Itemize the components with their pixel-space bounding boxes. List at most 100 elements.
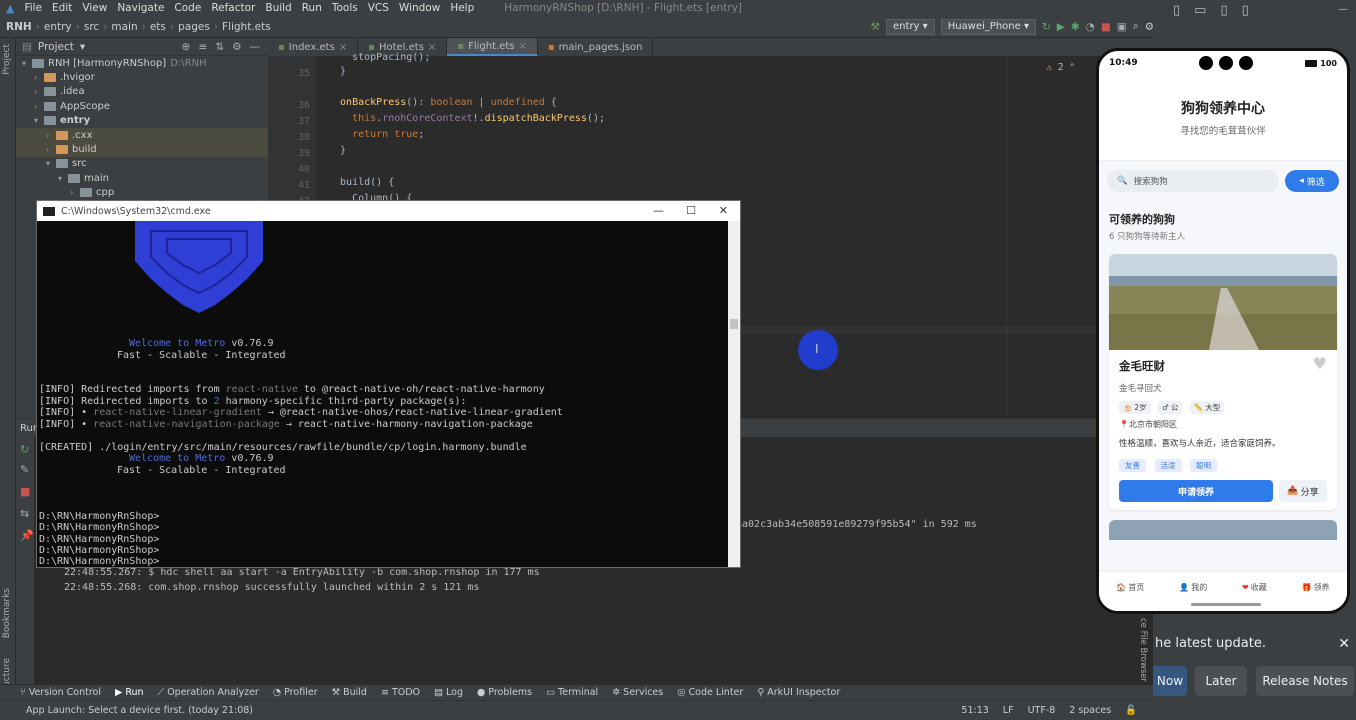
device-select[interactable]: Huawei_Phone ▾ <box>940 18 1036 35</box>
tree-row[interactable]: ▾ entry <box>16 114 268 128</box>
breadcrumb-entry[interactable]: entry <box>44 21 72 33</box>
menu-build[interactable]: Build <box>265 2 291 14</box>
bookmarks-tool-icon[interactable]: Bookmarks <box>2 588 12 638</box>
operation-analyzer-tab[interactable]: ⟋ Operation Analyzer <box>158 687 259 698</box>
layout-icon-2[interactable]: ▭ <box>1194 3 1206 18</box>
breadcrumb-file[interactable]: Flight.ets <box>222 21 271 33</box>
tree-row[interactable]: › .cxx <box>16 127 268 143</box>
search-input[interactable]: 🔍 搜索狗狗 <box>1107 170 1279 192</box>
chevron-right-icon[interactable]: › <box>34 102 44 111</box>
nav-home[interactable]: 🏠 首页 <box>1116 582 1144 593</box>
line-separator[interactable]: LF <box>1003 705 1014 716</box>
close-icon[interactable]: ✕ <box>719 204 728 217</box>
problems-tab[interactable]: ● Problems <box>477 687 532 698</box>
breadcrumb-src[interactable]: src <box>84 21 99 33</box>
nav-adopt[interactable]: 🎁 领养 <box>1302 582 1330 593</box>
cmd-scrollbar[interactable] <box>728 221 740 567</box>
wrench-icon[interactable]: ✎ <box>20 463 29 476</box>
chevron-right-icon[interactable]: › <box>46 131 56 140</box>
run-icon[interactable]: ▶ <box>1057 21 1065 33</box>
menu-window[interactable]: Window <box>399 2 440 14</box>
layout-icon-1[interactable]: ▯ <box>1173 3 1180 18</box>
restore-icon[interactable]: ⇆ <box>20 507 29 520</box>
tab-main-pages[interactable]: ▪ main_pages.json <box>538 38 654 56</box>
chevron-down-icon[interactable]: ▾ <box>58 174 68 183</box>
layout-icon-3[interactable]: ▯ <box>1220 3 1227 18</box>
profile-icon[interactable]: ◔ <box>1086 21 1095 33</box>
file-encoding[interactable]: UTF-8 <box>1028 705 1056 716</box>
notification-close-icon[interactable]: ✕ <box>1338 636 1350 652</box>
menu-file[interactable]: File <box>24 2 42 14</box>
terminal-tab[interactable]: ▭ Terminal <box>546 687 598 698</box>
menu-help[interactable]: Help <box>450 2 474 14</box>
version-control-tab[interactable]: ⑂ Version Control <box>20 687 101 698</box>
minimize-icon[interactable]: — <box>653 204 664 217</box>
menu-edit[interactable]: Edit <box>52 2 72 14</box>
rerun-icon[interactable]: ↻ <box>20 443 29 456</box>
tree-row[interactable]: ▾ RNH [HarmonyRNShop] D:\RNH <box>16 56 268 70</box>
cmd-title-bar[interactable]: C:\Windows\System32\cmd.exe — ☐ ✕ <box>37 201 740 221</box>
profiler-tab[interactable]: ◔ Profiler <box>273 687 318 698</box>
tree-row[interactable]: › .idea <box>16 85 268 99</box>
indent-setting[interactable]: 2 spaces <box>1069 705 1111 716</box>
project-tool-icon[interactable]: Project <box>2 44 12 75</box>
pin-icon[interactable]: 📌 <box>20 529 34 542</box>
code-linter-tab[interactable]: ◎ Code Linter <box>677 687 743 698</box>
refresh-icon[interactable]: ↻ <box>1042 21 1051 33</box>
update-now-button[interactable]: Now <box>1153 666 1187 696</box>
phone-emulator[interactable]: 10:49 100 狗狗领养中心 寻找您的毛茸茸伙伴 🔍 搜索狗狗 ◂ 筛选 可领养… <box>1096 48 1350 614</box>
run-tab[interactable]: ▶ Run <box>115 687 144 698</box>
maximize-icon[interactable]: ☐ <box>686 204 696 217</box>
chevron-right-icon[interactable]: › <box>34 87 44 96</box>
breadcrumb-main[interactable]: main <box>111 21 137 33</box>
search-icon[interactable]: ⌕ <box>1133 20 1139 33</box>
menu-refactor[interactable]: Refactor <box>211 2 255 14</box>
menu-navigate[interactable]: Navigate <box>117 2 164 14</box>
apply-adoption-button[interactable]: 申请领养 <box>1119 480 1273 502</box>
debug-icon[interactable]: ✱ <box>1071 21 1080 33</box>
breadcrumb-pages[interactable]: pages <box>178 21 210 33</box>
release-notes-button[interactable]: Release Notes <box>1256 666 1354 696</box>
chevron-right-icon[interactable]: › <box>34 73 44 82</box>
dog-card[interactable]: 金毛旺财 ♥ 金毛寻回犬 🎂 2岁 ♂ 公 📏 大型 📍北京市朝阳区 性格温顺，喜欢与… <box>1109 254 1337 510</box>
nav-mine[interactable]: 👤 我的 <box>1179 582 1207 593</box>
chevron-down-icon[interactable]: ▾ <box>34 116 44 125</box>
tree-row[interactable]: › cpp <box>16 186 268 200</box>
expand-icon[interactable]: ⇅ <box>215 41 224 53</box>
tree-row[interactable]: › .hvigor <box>16 70 268 84</box>
project-title[interactable]: Project <box>38 41 74 53</box>
menu-code[interactable]: Code <box>174 2 201 14</box>
chevron-right-icon[interactable]: › <box>46 145 56 154</box>
log-tab[interactable]: ▤ Log <box>434 687 463 698</box>
stop-icon[interactable]: ■ <box>1101 21 1111 33</box>
tab-flight[interactable]: ▪ Flight.ets × <box>447 38 538 56</box>
breadcrumb-ets[interactable]: ets <box>150 21 166 33</box>
filter-button[interactable]: ◂ 筛选 <box>1285 170 1339 192</box>
status-message[interactable]: App Launch: Select a device first. (toda… <box>26 705 253 716</box>
favorite-heart-icon[interactable]: ♥ <box>1313 354 1327 373</box>
nav-favorites[interactable]: ❤ 收藏 <box>1242 582 1267 593</box>
breadcrumb-root[interactable]: RNH <box>6 21 32 33</box>
tree-row[interactable]: › AppScope <box>16 99 268 113</box>
gear-icon[interactable]: ⚙ <box>232 41 241 53</box>
todo-tab[interactable]: ≡ TODO <box>381 687 420 698</box>
device-manager-icon[interactable]: ▣ <box>1117 21 1127 33</box>
share-button[interactable]: 📤 分享 <box>1279 480 1327 502</box>
services-tab[interactable]: ✲ Services <box>612 687 663 698</box>
menu-view[interactable]: View <box>82 2 107 14</box>
collapse-icon[interactable]: ≡ <box>198 41 207 53</box>
menu-vcs[interactable]: VCS <box>368 2 389 14</box>
build-tab[interactable]: ⚒ Build <box>332 687 367 698</box>
lock-icon[interactable]: 🔓 <box>1125 705 1137 716</box>
cursor-position[interactable]: 51:13 <box>961 705 988 716</box>
dog-card-next[interactable] <box>1109 520 1337 540</box>
warning-indicator[interactable]: ⚠ 2 ⌃ <box>1046 62 1075 73</box>
chevron-down-icon[interactable]: ▾ <box>46 159 56 168</box>
hide-icon[interactable]: — <box>250 41 261 53</box>
tree-row[interactable]: ▾ main <box>16 171 268 185</box>
chevron-right-icon[interactable]: › <box>70 188 80 197</box>
layout-icon-4[interactable]: ▯ <box>1242 3 1249 18</box>
menu-run[interactable]: Run <box>302 2 322 14</box>
tree-row[interactable]: ▾ src <box>16 157 268 171</box>
menu-tools[interactable]: Tools <box>332 2 358 14</box>
